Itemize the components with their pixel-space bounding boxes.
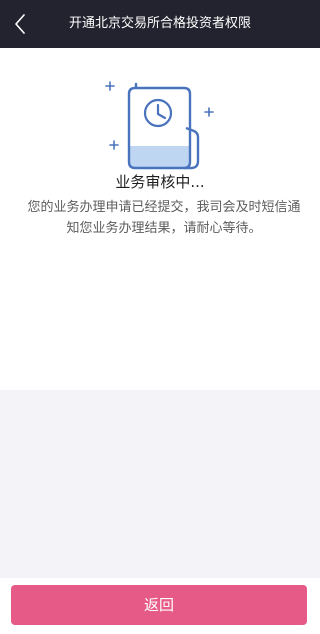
status-description: 您的业务办理申请已经提交，我司会及时短信通知您业务办理结果，请耐心等待。 [27, 200, 301, 236]
chevron-left-icon [15, 14, 25, 34]
back-button[interactable] [6, 9, 34, 39]
bottom-bar: 返回 [0, 578, 320, 634]
document-clock-icon [105, 81, 214, 170]
page-title: 开通北京交易所合格投资者权限 [68, 16, 251, 31]
status-title: 业务审核中... [115, 173, 205, 191]
top-navigation-bar: 开通北京交易所合格投资者权限 [0, 0, 320, 48]
return-button[interactable]: 返回 [11, 585, 307, 625]
status-panel: 业务审核中... 您的业务办理申请已经提交，我司会及时短信通知您业务办理结果，请… [0, 48, 320, 390]
